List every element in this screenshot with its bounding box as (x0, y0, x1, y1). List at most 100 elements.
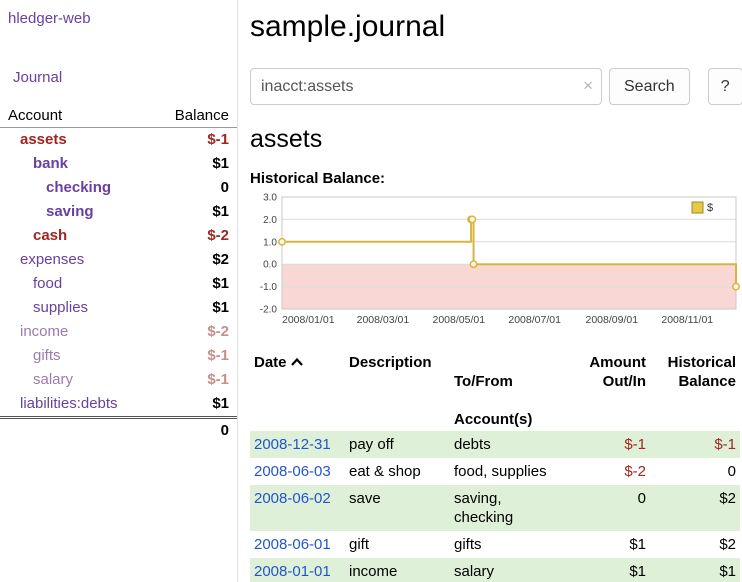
transaction-balance: 0 (650, 458, 740, 485)
svg-text:-1.0: -1.0 (260, 282, 278, 293)
transaction-accounts: gifts (450, 531, 575, 558)
account-link[interactable]: income (20, 322, 68, 342)
transaction-balance: $1 (650, 558, 740, 582)
sidebar-journal-link[interactable]: Journal (0, 67, 237, 88)
svg-text:2.0: 2.0 (263, 215, 277, 226)
account-balance: $1 (152, 152, 237, 176)
column-header-amount-line2: Out/In (603, 373, 646, 390)
account-row: saving$1 (0, 200, 237, 224)
transaction-date-link[interactable]: 2008-12-31 (254, 436, 331, 453)
column-header-amount: Amount Out/In (575, 351, 650, 431)
column-header-balance: Historical Balance (650, 351, 740, 431)
account-name-cell: salary (0, 368, 152, 392)
accounts-header-balance: Balance (152, 104, 237, 128)
account-link[interactable]: bank (33, 154, 68, 174)
sidebar: hledger-web Journal Account Balance asse… (0, 0, 238, 582)
account-name-cell: checking (0, 176, 152, 200)
main-content: sample.journal × Search ? assets Histori… (238, 0, 742, 582)
transaction-accounts: food, supplies (450, 458, 575, 485)
account-balance: $-1 (152, 368, 237, 392)
svg-text:2008/05/01: 2008/05/01 (433, 314, 486, 326)
transaction-accounts: salary (450, 558, 575, 582)
account-row: cash $-2 (0, 224, 237, 248)
account-link[interactable]: cash (33, 226, 67, 246)
account-row: expenses$2 (0, 248, 237, 272)
search-input[interactable] (250, 68, 602, 105)
transaction-row: 2008-06-01giftgifts$1$2 (250, 531, 740, 558)
svg-text:2008/03/01: 2008/03/01 (357, 314, 410, 326)
account-link[interactable]: liabilities:debts (20, 394, 118, 414)
transaction-date-link[interactable]: 2008-06-01 (254, 536, 331, 553)
transaction-balance: $-1 (650, 431, 740, 458)
account-row: assets $-1 (0, 128, 237, 153)
transaction-row: 2008-06-03 eat & shopfood, supplies$-20 (250, 458, 740, 485)
accounts-total-value: 0 (152, 418, 237, 444)
svg-text:2008/11/01: 2008/11/01 (661, 314, 713, 326)
transaction-date-cell: 2008-06-02 (250, 485, 345, 531)
account-balance: $-1 (152, 128, 237, 153)
column-header-description: Description (345, 351, 450, 431)
account-balance: 0 (152, 176, 237, 200)
transaction-description: eat & shop (345, 458, 450, 485)
search-form: × Search ? (250, 68, 742, 105)
search-button[interactable]: Search (609, 68, 690, 105)
account-name-cell: saving (0, 200, 152, 224)
historical-balance-chart: 3.02.01.00.0-1.0-2.02008/01/012008/03/01… (250, 191, 742, 341)
account-link[interactable]: checking (46, 178, 111, 198)
column-header-balance-line2: Balance (678, 373, 736, 390)
accounts-table: Account Balance assets$-1bank$1checking0… (0, 104, 237, 443)
account-link[interactable]: supplies (33, 298, 88, 318)
transaction-description: save (345, 485, 450, 531)
transaction-amount: $-2 (575, 458, 650, 485)
column-header-date[interactable]: Date (250, 351, 345, 431)
register-table: Date Description To/From Account(s) Amou… (250, 351, 740, 582)
transaction-row: 2008-06-02savesaving, checking0$2 (250, 485, 740, 531)
transaction-date-link[interactable]: 2008-06-02 (254, 490, 331, 507)
chart-canvas: 3.02.01.00.0-1.0-2.02008/01/012008/03/01… (250, 191, 740, 341)
column-header-accounts: To/From Account(s) (450, 351, 575, 431)
account-balance: $-2 (152, 224, 237, 248)
account-link[interactable]: gifts (33, 346, 61, 366)
transaction-balance: $2 (650, 531, 740, 558)
transaction-date-link[interactable]: 2008-01-01 (254, 563, 331, 580)
app-brand-link[interactable]: hledger-web (0, 8, 237, 29)
account-row: gifts $-1 (0, 344, 237, 368)
transaction-description: gift (345, 531, 450, 558)
account-link[interactable]: expenses (20, 250, 84, 270)
svg-text:2008/09/01: 2008/09/01 (585, 314, 638, 326)
account-row: bank $1 (0, 152, 237, 176)
transaction-date-cell: 2008-06-03 (250, 458, 345, 485)
transaction-accounts: debts (450, 431, 575, 458)
account-link[interactable]: saving (46, 202, 94, 222)
transaction-row: 2008-12-31pay offdebts$-1$-1 (250, 431, 740, 458)
account-row: food$1 (0, 272, 237, 296)
account-name-cell: assets (0, 128, 152, 153)
column-header-accounts-line1: To/From (454, 373, 513, 390)
account-balance: $1 (152, 392, 237, 418)
accounts-total-spacer (0, 418, 152, 444)
account-name-cell: expenses (0, 248, 152, 272)
clear-search-icon[interactable]: × (583, 76, 593, 96)
transaction-description: pay off (345, 431, 450, 458)
transaction-date-cell: 2008-12-31 (250, 431, 345, 458)
transaction-date-link[interactable]: 2008-06-03 (254, 463, 331, 480)
chart-title: Historical Balance: (250, 170, 742, 187)
transaction-date-cell: 2008-06-01 (250, 531, 345, 558)
column-header-balance-line1: Historical (668, 354, 736, 371)
sort-ascending-icon (290, 353, 304, 372)
account-link[interactable]: assets (20, 130, 67, 150)
account-name-cell: supplies (0, 296, 152, 320)
account-balance: $1 (152, 296, 237, 320)
account-link[interactable]: salary (33, 370, 73, 390)
help-button[interactable]: ? (708, 68, 742, 105)
account-row: salary $-1 (0, 368, 237, 392)
account-row: supplies $1 (0, 296, 237, 320)
account-name-cell: liabilities:debts (0, 392, 152, 418)
account-balance: $-1 (152, 344, 237, 368)
account-link[interactable]: food (33, 274, 62, 294)
svg-text:2008/01/01: 2008/01/01 (282, 314, 335, 326)
transaction-amount: $-1 (575, 431, 650, 458)
svg-text:-2.0: -2.0 (260, 305, 278, 316)
column-header-description-label: Description (349, 354, 432, 371)
transaction-accounts: saving, checking (450, 485, 575, 531)
